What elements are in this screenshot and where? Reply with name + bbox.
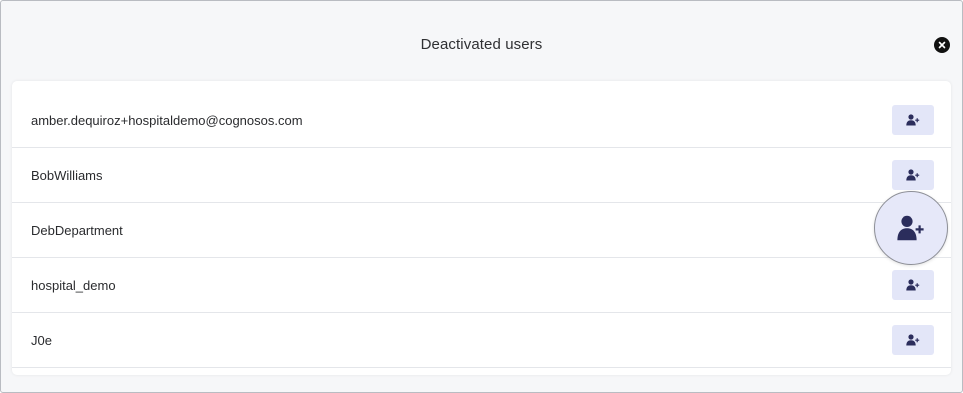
reactivate-user-button[interactable] — [892, 270, 934, 300]
reactivate-user-button[interactable] — [892, 325, 934, 355]
user-plus-icon — [906, 114, 920, 126]
user-name: amber.dequiroz+hospitaldemo@cognosos.com — [31, 113, 303, 128]
user-row: amber.dequiroz+hospitaldemo@cognosos.com — [12, 93, 951, 148]
close-icon — [938, 41, 946, 49]
deactivated-users-list: amber.dequiroz+hospitaldemo@cognosos.com… — [12, 81, 951, 375]
user-name: hospital_demo — [31, 278, 116, 293]
reactivate-user-button-magnified[interactable] — [874, 191, 948, 265]
user-row: J0e — [12, 313, 951, 368]
user-row: DebDepartment — [12, 203, 951, 258]
user-plus-icon — [906, 334, 920, 346]
reactivate-user-button[interactable] — [892, 160, 934, 190]
user-plus-icon — [906, 169, 920, 181]
user-name: DebDepartment — [31, 223, 123, 238]
user-name: J0e — [31, 333, 52, 348]
user-row: BobWilliams — [12, 148, 951, 203]
dialog-header: Deactivated users — [1, 1, 962, 79]
dialog-title: Deactivated users — [420, 36, 543, 53]
close-button[interactable] — [934, 37, 950, 53]
user-name: BobWilliams — [31, 168, 103, 183]
user-plus-icon — [897, 215, 924, 241]
user-row: hospital_demo — [12, 258, 951, 313]
deactivated-users-dialog: Deactivated users amber.dequiroz+hospita… — [0, 0, 963, 393]
reactivate-user-button[interactable] — [892, 105, 934, 135]
user-plus-icon — [906, 279, 920, 291]
